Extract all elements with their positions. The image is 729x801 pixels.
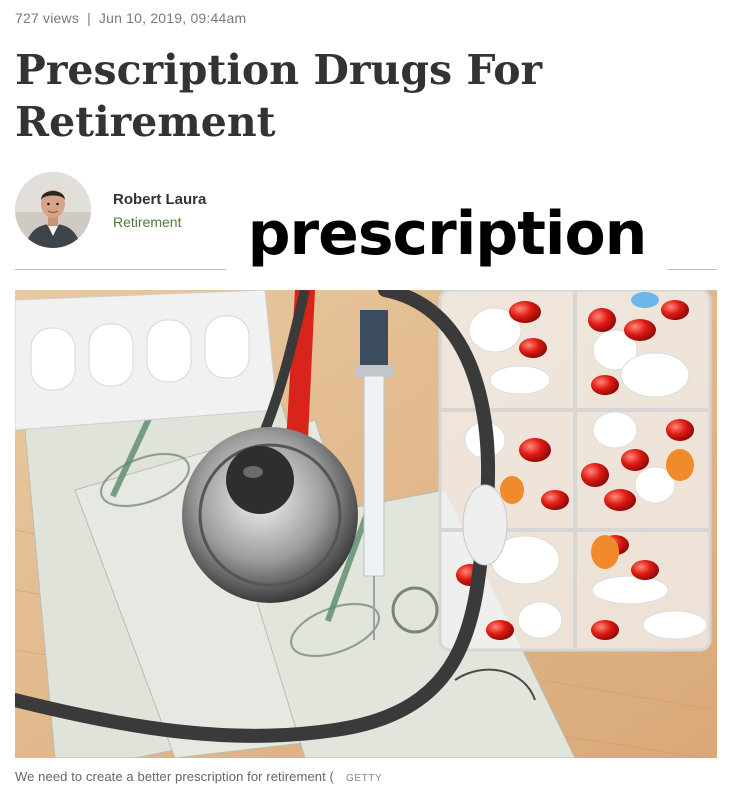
avatar[interactable] bbox=[15, 172, 91, 248]
overlay-keyword: prescription bbox=[226, 186, 668, 282]
author-name[interactable]: Robert Laura bbox=[113, 191, 206, 208]
article-meta: 727 views | Jun 10, 2019, 09:44am bbox=[15, 10, 246, 26]
view-count: 727 views bbox=[15, 10, 80, 26]
author-topic-link[interactable]: Retirement bbox=[113, 214, 181, 230]
publish-date: Jun 10, 2019, 09:44am bbox=[98, 10, 247, 26]
image-caption: We need to create a better prescription … bbox=[15, 769, 382, 784]
article-hero-image bbox=[15, 290, 717, 758]
meta-separator: | bbox=[87, 10, 91, 26]
person-avatar-icon bbox=[15, 172, 91, 248]
page-title: Prescription Drugs For Retirement bbox=[15, 46, 543, 146]
stethoscope-pills-money-photo bbox=[15, 290, 717, 758]
photo-credit: GETTY bbox=[345, 773, 383, 784]
caption-text: We need to create a better prescription … bbox=[15, 769, 334, 784]
